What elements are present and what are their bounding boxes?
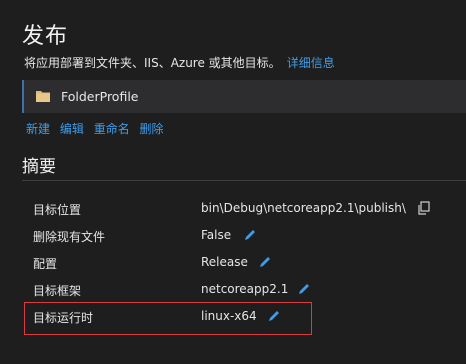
profile-selector[interactable]: FolderProfile [22, 80, 466, 113]
row-label: 配置 [33, 257, 58, 271]
edit-profile-link[interactable]: 编辑 [60, 122, 84, 136]
page-title: 发布 [22, 24, 69, 49]
copy-icon[interactable] [416, 200, 432, 216]
profile-name: FolderProfile [61, 89, 139, 104]
pencil-icon[interactable] [296, 281, 312, 297]
rename-profile-link[interactable]: 重命名 [94, 122, 130, 136]
summary-row-target-location: 目标位置 bin\Debug\netcoreapp2.1\publish\ [0, 198, 466, 220]
summary-row-configuration: 配置 Release [0, 252, 466, 274]
pencil-icon[interactable] [266, 308, 282, 324]
summary-title: 摘要 [22, 157, 56, 177]
summary-row-delete-existing: 删除现有文件 False [0, 225, 466, 247]
row-value: netcoreapp2.1 [201, 282, 289, 296]
row-value: False [201, 228, 232, 242]
pencil-icon[interactable] [257, 254, 273, 270]
row-label: 删除现有文件 [33, 230, 106, 244]
delete-profile-link[interactable]: 删除 [140, 122, 164, 136]
row-value: linux-x64 [201, 309, 257, 323]
summary-row-target-runtime: 目标运行时 linux-x64 [0, 306, 466, 328]
summary-row-target-framework: 目标框架 netcoreapp2.1 [0, 279, 466, 301]
profile-actions: 新建 编辑 重命名 删除 [26, 120, 170, 137]
summary-divider [22, 180, 466, 181]
details-link[interactable]: 详细信息 [287, 56, 335, 70]
row-label: 目标框架 [33, 284, 82, 298]
row-value: bin\Debug\netcoreapp2.1\publish\ [201, 201, 406, 215]
page-description: 将应用部署到文件夹、IIS、Azure 或其他目标。 详细信息 [24, 54, 335, 71]
row-value: Release [201, 255, 248, 269]
description-text: 将应用部署到文件夹、IIS、Azure 或其他目标。 [24, 56, 281, 70]
new-profile-link[interactable]: 新建 [26, 122, 50, 136]
pencil-icon[interactable] [242, 227, 258, 243]
row-label: 目标运行时 [33, 311, 94, 325]
folder-icon [36, 91, 50, 102]
row-label: 目标位置 [33, 203, 82, 217]
